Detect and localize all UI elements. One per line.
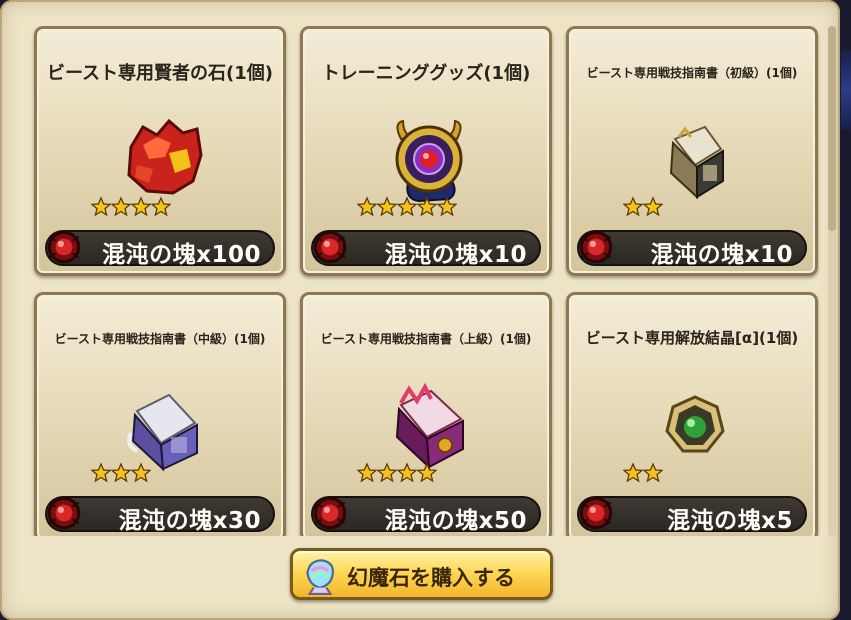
star-icon <box>131 196 151 217</box>
cost-label: 混沌の塊x100 <box>102 242 261 268</box>
star-icon <box>91 462 111 483</box>
buy-button-label: 幻魔石を購入する <box>347 566 515 590</box>
star-icon <box>377 462 397 483</box>
star-icon <box>91 196 111 217</box>
item-title: ビースト専用戦技指南書（中級）(1個) <box>54 332 266 346</box>
chaos-lump-icon <box>313 496 347 530</box>
side-gem-decoration <box>841 50 851 130</box>
intermediate-manual-icon <box>127 393 198 472</box>
star-icon <box>377 196 397 217</box>
star-icon <box>643 462 663 483</box>
shop-item-card[interactable]: ビースト専用戦技指南書（中級）(1個) 混沌の塊x30 <box>34 292 286 536</box>
star-icon <box>357 462 377 483</box>
cost-label: 混沌の塊x10 <box>384 242 527 268</box>
shop-panel: ビースト専用賢者の石(1個) 混沌の塊x100 トレーニンググッズ(1個) 混沌… <box>0 0 840 620</box>
star-icon <box>417 462 437 483</box>
item-title: トレーニンググッズ(1個) <box>321 63 531 84</box>
cost-label: 混沌の塊x30 <box>118 508 261 534</box>
scrollbar-thumb[interactable] <box>828 26 836 231</box>
training-goods-icon <box>395 119 463 203</box>
star-icon <box>111 196 131 217</box>
star-icon <box>131 462 151 483</box>
chaos-lump-icon <box>47 496 81 530</box>
shop-item-card[interactable]: トレーニンググッズ(1個) 混沌の塊x10 <box>300 26 552 276</box>
scrollbar[interactable] <box>828 26 836 536</box>
beginner-manual-icon <box>669 125 724 200</box>
cost-label: 混沌の塊x10 <box>650 242 793 268</box>
phantom-stone-icon <box>306 559 334 595</box>
star-icon <box>151 196 171 217</box>
item-title: ビースト専用賢者の石(1個) <box>46 63 274 84</box>
star-icon <box>111 462 131 483</box>
star-icon <box>623 196 643 217</box>
cost-label: 混沌の塊x50 <box>384 508 527 534</box>
rarity-stars <box>91 462 151 488</box>
rarity-stars <box>357 196 457 222</box>
buy-phantom-stone-button[interactable]: 幻魔石を購入する <box>290 548 553 600</box>
shop-item-card[interactable]: ビースト専用賢者の石(1個) 混沌の塊x100 <box>34 26 286 276</box>
chaos-lump-icon <box>47 230 81 264</box>
cost-bar: 混沌の塊x50 <box>311 496 541 534</box>
rarity-stars <box>623 462 663 488</box>
star-icon <box>397 462 417 483</box>
sage-stone-icon <box>127 118 203 195</box>
item-title: ビースト専用解放結晶[α](1個) <box>585 329 799 347</box>
star-icon <box>357 196 377 217</box>
rarity-stars <box>357 462 437 488</box>
shop-item-card[interactable]: ビースト専用解放結晶[α](1個) 混沌の塊x5 <box>566 292 818 536</box>
rarity-stars <box>623 196 663 222</box>
star-icon <box>417 196 437 217</box>
star-icon <box>437 196 457 217</box>
star-icon <box>397 196 417 217</box>
cost-bar: 混沌の塊x100 <box>45 230 275 268</box>
shop-item-card[interactable]: ビースト専用戦技指南書（初級）(1個) 混沌の塊x10 <box>566 26 818 276</box>
star-icon <box>623 462 643 483</box>
chaos-lump-icon <box>579 230 613 264</box>
rarity-stars <box>91 196 171 222</box>
item-title: ビースト専用戦技指南書（上級）(1個) <box>320 332 532 346</box>
cost-label: 混沌の塊x5 <box>667 508 793 534</box>
shop-item-card[interactable]: ビースト専用戦技指南書（上級）(1個) 混沌の塊x50 <box>300 292 552 536</box>
cost-bar: 混沌の塊x10 <box>311 230 541 268</box>
cost-bar: 混沌の塊x10 <box>577 230 807 268</box>
advanced-manual-icon <box>395 382 464 470</box>
item-grid: ビースト専用賢者の石(1個) 混沌の塊x100 トレーニンググッズ(1個) 混沌… <box>30 26 820 536</box>
cost-bar: 混沌の塊x30 <box>45 496 275 534</box>
release-crystal-icon <box>665 395 725 453</box>
chaos-lump-icon <box>313 230 347 264</box>
chaos-lump-icon <box>579 496 613 530</box>
item-title: ビースト専用戦技指南書（初級）(1個) <box>586 66 798 80</box>
star-icon <box>643 196 663 217</box>
cost-bar: 混沌の塊x5 <box>577 496 807 534</box>
